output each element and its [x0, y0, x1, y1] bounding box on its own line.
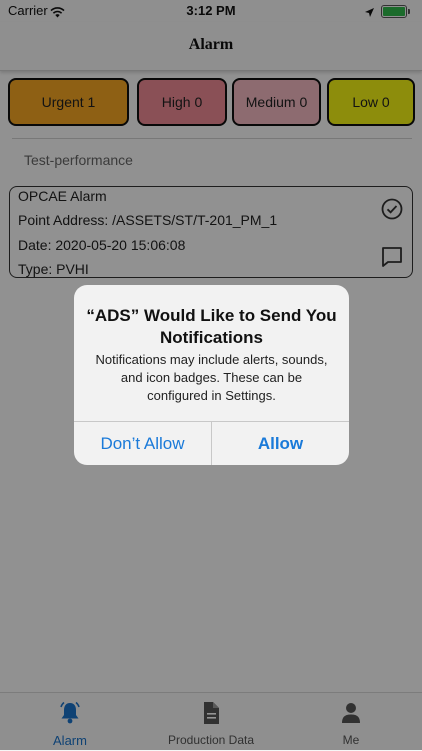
- allow-button[interactable]: Allow: [212, 422, 349, 465]
- dialog-title: “ADS” Would Like to Send You Notificatio…: [86, 306, 337, 347]
- notification-permission-dialog: “ADS” Would Like to Send You Notificatio…: [74, 285, 349, 465]
- dialog-message: Notifications may include alerts, sounds…: [95, 352, 328, 403]
- dont-allow-button[interactable]: Don’t Allow: [74, 422, 211, 465]
